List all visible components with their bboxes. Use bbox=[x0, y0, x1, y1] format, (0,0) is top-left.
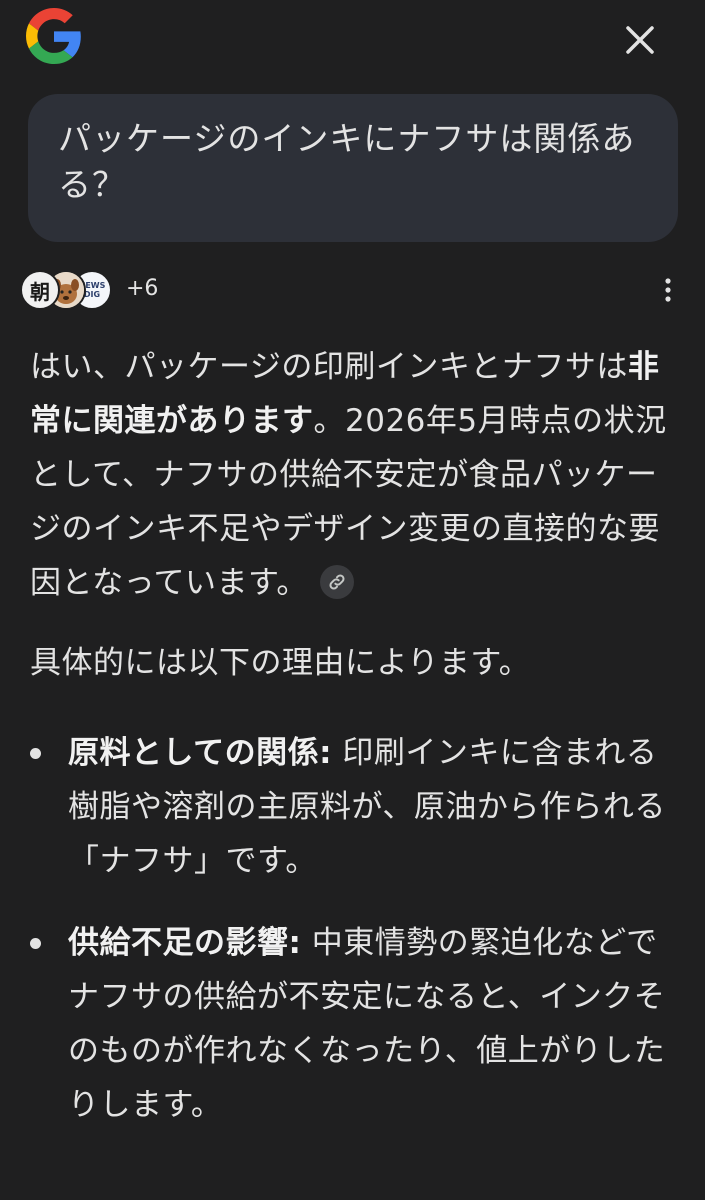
google-g-logo-icon[interactable] bbox=[26, 8, 82, 64]
query-text: パッケージのインキにナフサは関係ある？ bbox=[58, 119, 636, 204]
top-bar bbox=[0, 0, 705, 80]
answer-bullet-list: 原料としての関係: 印刷インキに含まれる樹脂や溶剤の主原料が、原油から作られる「… bbox=[30, 726, 670, 1132]
source-avatar-asahi[interactable]: 朝 bbox=[20, 270, 60, 310]
answer-paragraph-1: はい、パッケージの印刷インキとナフサは非常に関連があります。2026年5月時点の… bbox=[30, 340, 670, 610]
answer-body: はい、パッケージの印刷インキとナフサは非常に関連があります。2026年5月時点の… bbox=[30, 340, 670, 1160]
bullet-title: 供給不足の影響: bbox=[68, 925, 302, 961]
bullet-dot-icon bbox=[30, 748, 41, 759]
source-avatar-asahi-label: 朝 bbox=[30, 279, 50, 304]
more-vert-icon bbox=[665, 278, 671, 302]
answer-text: はい、パッケージの印刷インキとナフサは bbox=[30, 349, 628, 385]
sources-count[interactable]: +6 bbox=[126, 276, 158, 301]
close-icon bbox=[626, 26, 654, 54]
list-item: 原料としての関係: 印刷インキに含まれる樹脂や溶剤の主原料が、原油から作られる「… bbox=[30, 726, 670, 888]
bullet-title: 原料としての関係: bbox=[68, 735, 332, 771]
bullet-dot-icon bbox=[30, 938, 41, 949]
answer-paragraph-2: 具体的には以下の理由によります。 bbox=[30, 645, 531, 681]
sources-row[interactable]: 朝 NEWS DIG +6 bbox=[20, 268, 680, 312]
list-item: 供給不足の影響: 中東情勢の緊迫化などでナフサの供給が不安定になると、インクその… bbox=[30, 916, 670, 1132]
source-link-button[interactable] bbox=[319, 564, 354, 599]
more-options-button[interactable] bbox=[656, 276, 680, 304]
close-button[interactable] bbox=[612, 12, 668, 68]
link-icon bbox=[329, 574, 345, 589]
query-bubble: パッケージのインキにナフサは関係ある？ bbox=[28, 94, 678, 242]
